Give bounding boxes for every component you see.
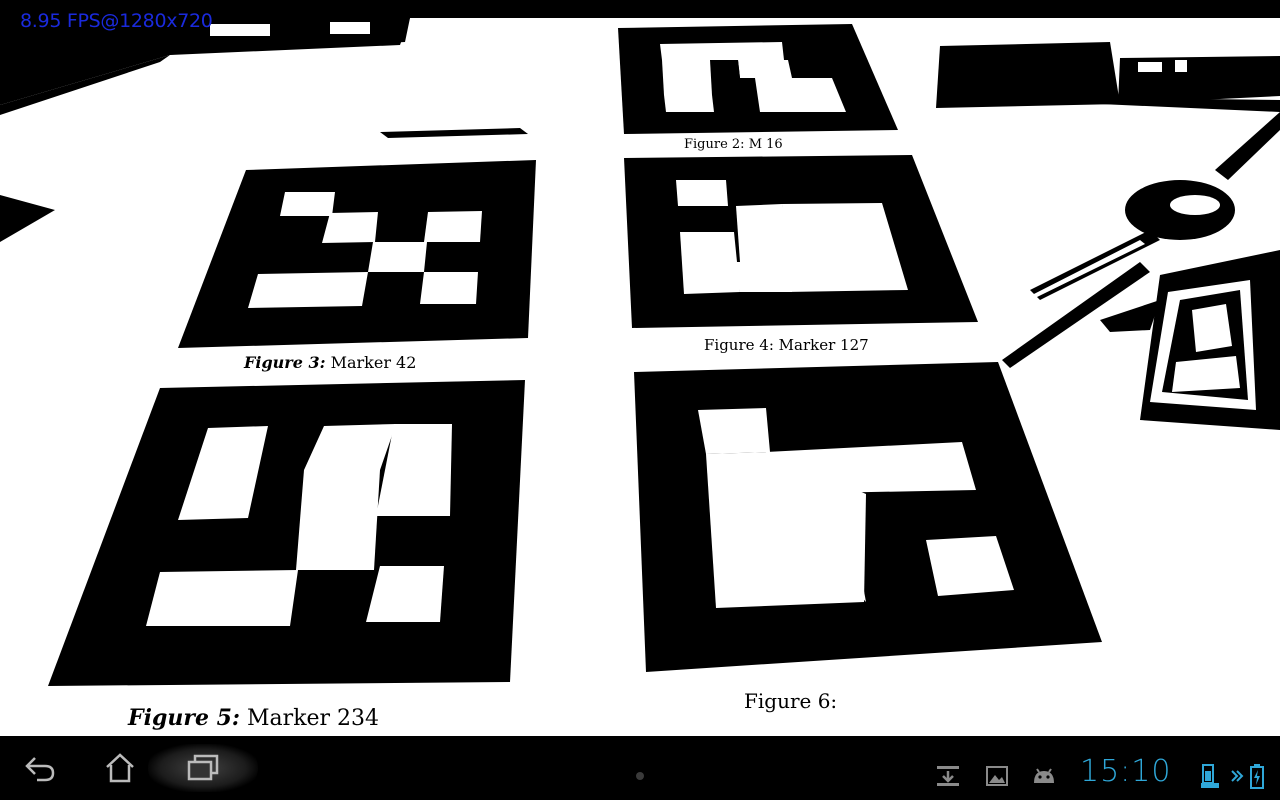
tablet-battery-icon[interactable]: [1248, 760, 1266, 792]
home-icon: [106, 753, 134, 783]
camera-frame: Figure 2: M 16 Figure 3: Marker 42 Figur…: [0, 0, 1280, 736]
svg-text:Figure 2: M 16: Figure 2: M 16: [684, 137, 783, 152]
caption-5-text: Marker 234: [247, 706, 379, 731]
caption-5-label: Figure 5:: [127, 705, 240, 731]
back-icon: [25, 757, 55, 782]
caption-3-label: Figure 3:: [243, 353, 326, 372]
download-notification-icon[interactable]: [934, 760, 962, 792]
svg-text:Figure 4: Marker 127: Figure 4: Marker 127: [704, 336, 869, 354]
keyboard-battery-icon[interactable]: [1198, 760, 1222, 792]
caption-6-text: Figure 6:: [744, 689, 837, 713]
caption-3-text: Marker 42: [331, 353, 417, 372]
android-debug-icon[interactable]: [1030, 760, 1058, 792]
recent-apps-icon: [187, 754, 219, 781]
recent-apps-button[interactable]: [148, 744, 258, 792]
svg-text:Figure 5: Marker 234: Figure 5: Marker 234: [127, 705, 379, 731]
svg-text:Figure 3: Marker 42: Figure 3: Marker 42: [243, 353, 416, 372]
fps-overlay: 8.95 FPS@1280x720: [20, 10, 213, 32]
bluetooth-chevron-icon: [1228, 760, 1246, 792]
caption-4-label: Figure 4:: [704, 336, 774, 354]
status-clock[interactable]: 15:10: [1080, 754, 1171, 789]
home-button[interactable]: [96, 744, 144, 792]
gallery-notification-icon[interactable]: [984, 760, 1010, 792]
back-button[interactable]: [16, 744, 64, 792]
page-indicator-dot: [636, 772, 644, 780]
caption-4-text: Marker 127: [779, 336, 869, 354]
camera-preview: Figure 2: M 16 Figure 3: Marker 42 Figur…: [0, 0, 1280, 736]
